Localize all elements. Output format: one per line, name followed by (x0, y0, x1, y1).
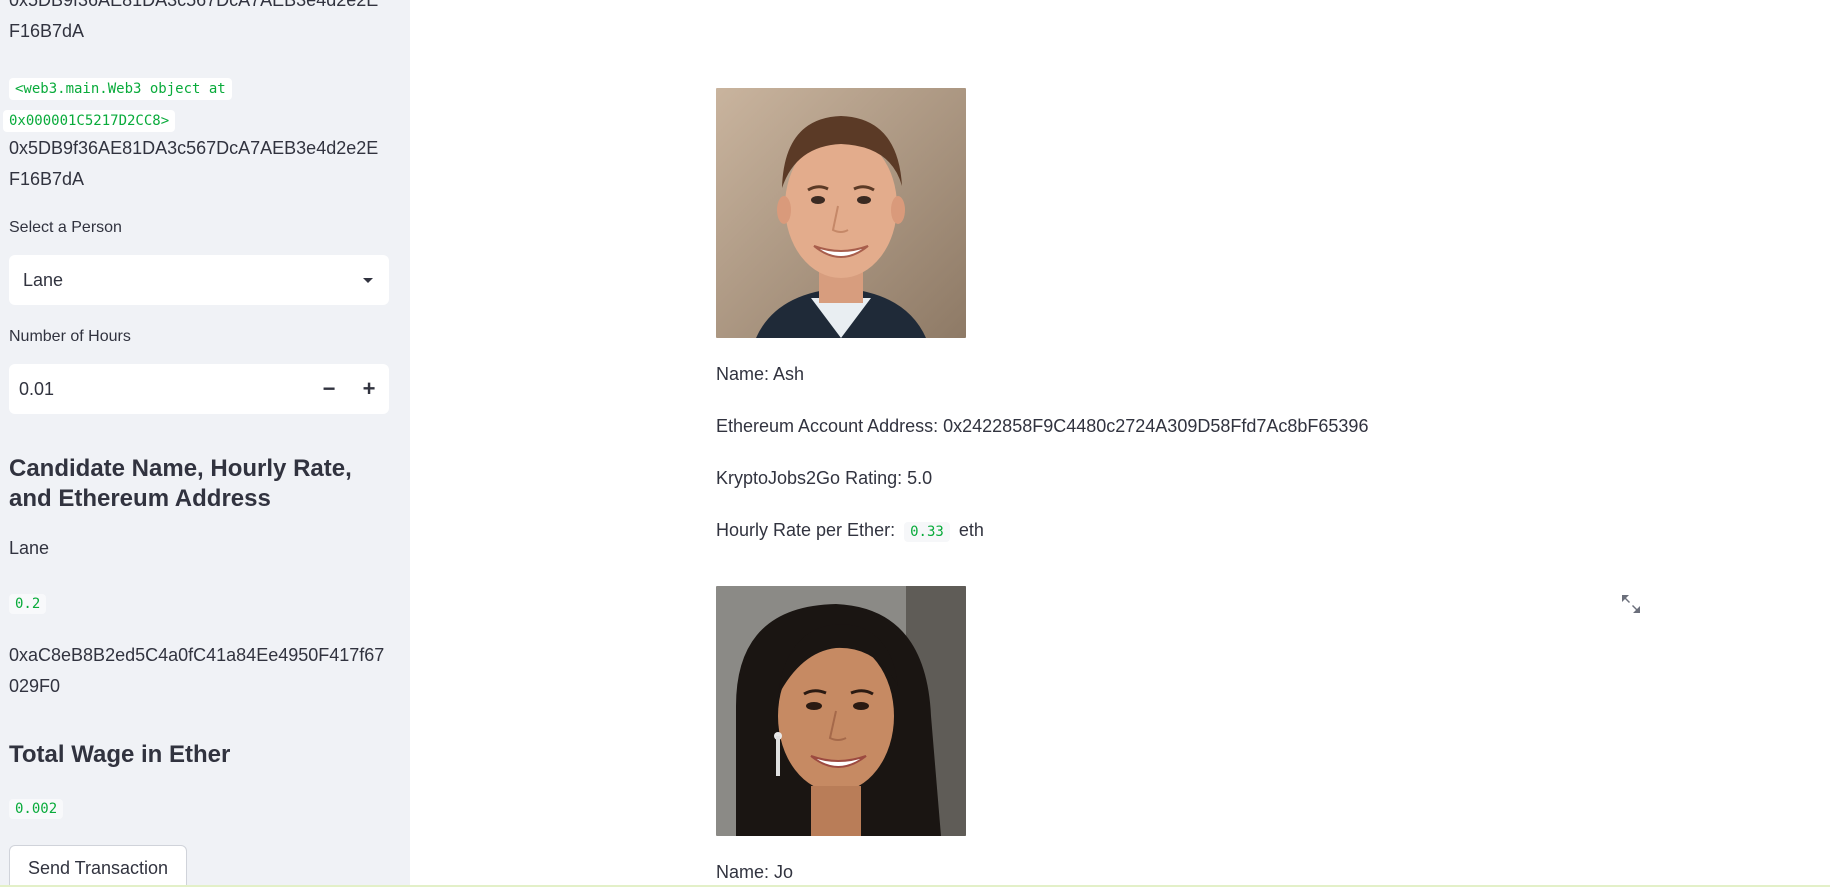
account-address-text: 0x5DB9f36AE81DA3c567DcA7AEB3e4d2e2EF16B7… (9, 138, 379, 189)
main-content: Name: Ash Ethereum Account Address: 0x24… (410, 0, 1830, 887)
wage-value-wrapper: 0.002 (9, 799, 64, 819)
card-rating-ash: KryptoJobs2Go Rating: 5.0 (716, 468, 933, 488)
web3-object-line2: 0x000001C5217D2CC8> (3, 110, 176, 132)
portrait-female-image (716, 586, 966, 836)
wage-heading: Total Wage in Ether (9, 741, 231, 768)
person-select-value: Lane (23, 269, 64, 290)
card-address-ash: Ethereum Account Address: 0x2422858F9C44… (716, 416, 1369, 436)
sidebar: 0x5DB9f36AE81DA3c567DcA7AEB3e4d2e2EF16B7… (0, 0, 410, 887)
rate-prefix: Hourly Rate per Ether: (716, 520, 896, 540)
send-transaction-button[interactable]: Send Transaction (9, 845, 187, 887)
candidate-rate-code: 0.2 (9, 594, 47, 614)
increment-button[interactable]: + (349, 364, 389, 414)
select-person-label: Select a Person (9, 219, 122, 236)
wage-value-code: 0.002 (9, 799, 64, 819)
web3-object-line1: <web3.main.Web3 object at (9, 78, 232, 100)
fullscreen-expand-icon[interactable] (1620, 593, 1642, 615)
hours-number-input: 0.01 − + (9, 364, 389, 414)
card-name-ash: Name: Ash (716, 364, 805, 384)
person-select[interactable]: Lane (9, 255, 389, 305)
top-address-text: 0x5DB9f36AE81DA3c567DcA7AEB3e4d2e2EF16B7… (9, 0, 379, 41)
card-rate-ash: Hourly Rate per Ether: 0.33 eth (716, 520, 984, 542)
candidate-photo-ash (716, 88, 966, 338)
rate-value-code: 0.33 (904, 522, 950, 542)
candidate-photo-jo (716, 586, 966, 836)
hours-label: Number of Hours (9, 328, 131, 345)
candidate-address: 0xaC8eB8B2ed5C4a0fC41a84Ee4950F417f67029… (9, 645, 385, 696)
app-root: 0x5DB9f36AE81DA3c567DcA7AEB3e4d2e2EF16B7… (0, 0, 1830, 887)
candidate-rate-wrapper: 0.2 (9, 594, 47, 614)
card-name-jo: Name: Jo (716, 862, 794, 882)
rate-suffix: eth (958, 520, 984, 540)
hours-input-value[interactable]: 0.01 (9, 379, 309, 400)
portrait-male-image (716, 88, 966, 338)
candidate-name: Lane (9, 538, 50, 558)
decrement-button[interactable]: − (309, 364, 349, 414)
candidate-heading: Candidate Name, Hourly Rate, and Ethereu… (9, 455, 352, 512)
chevron-down-icon (363, 277, 373, 283)
web3-object-code: <web3.main.Web3 object at 0x000001C5217D… (3, 73, 389, 137)
